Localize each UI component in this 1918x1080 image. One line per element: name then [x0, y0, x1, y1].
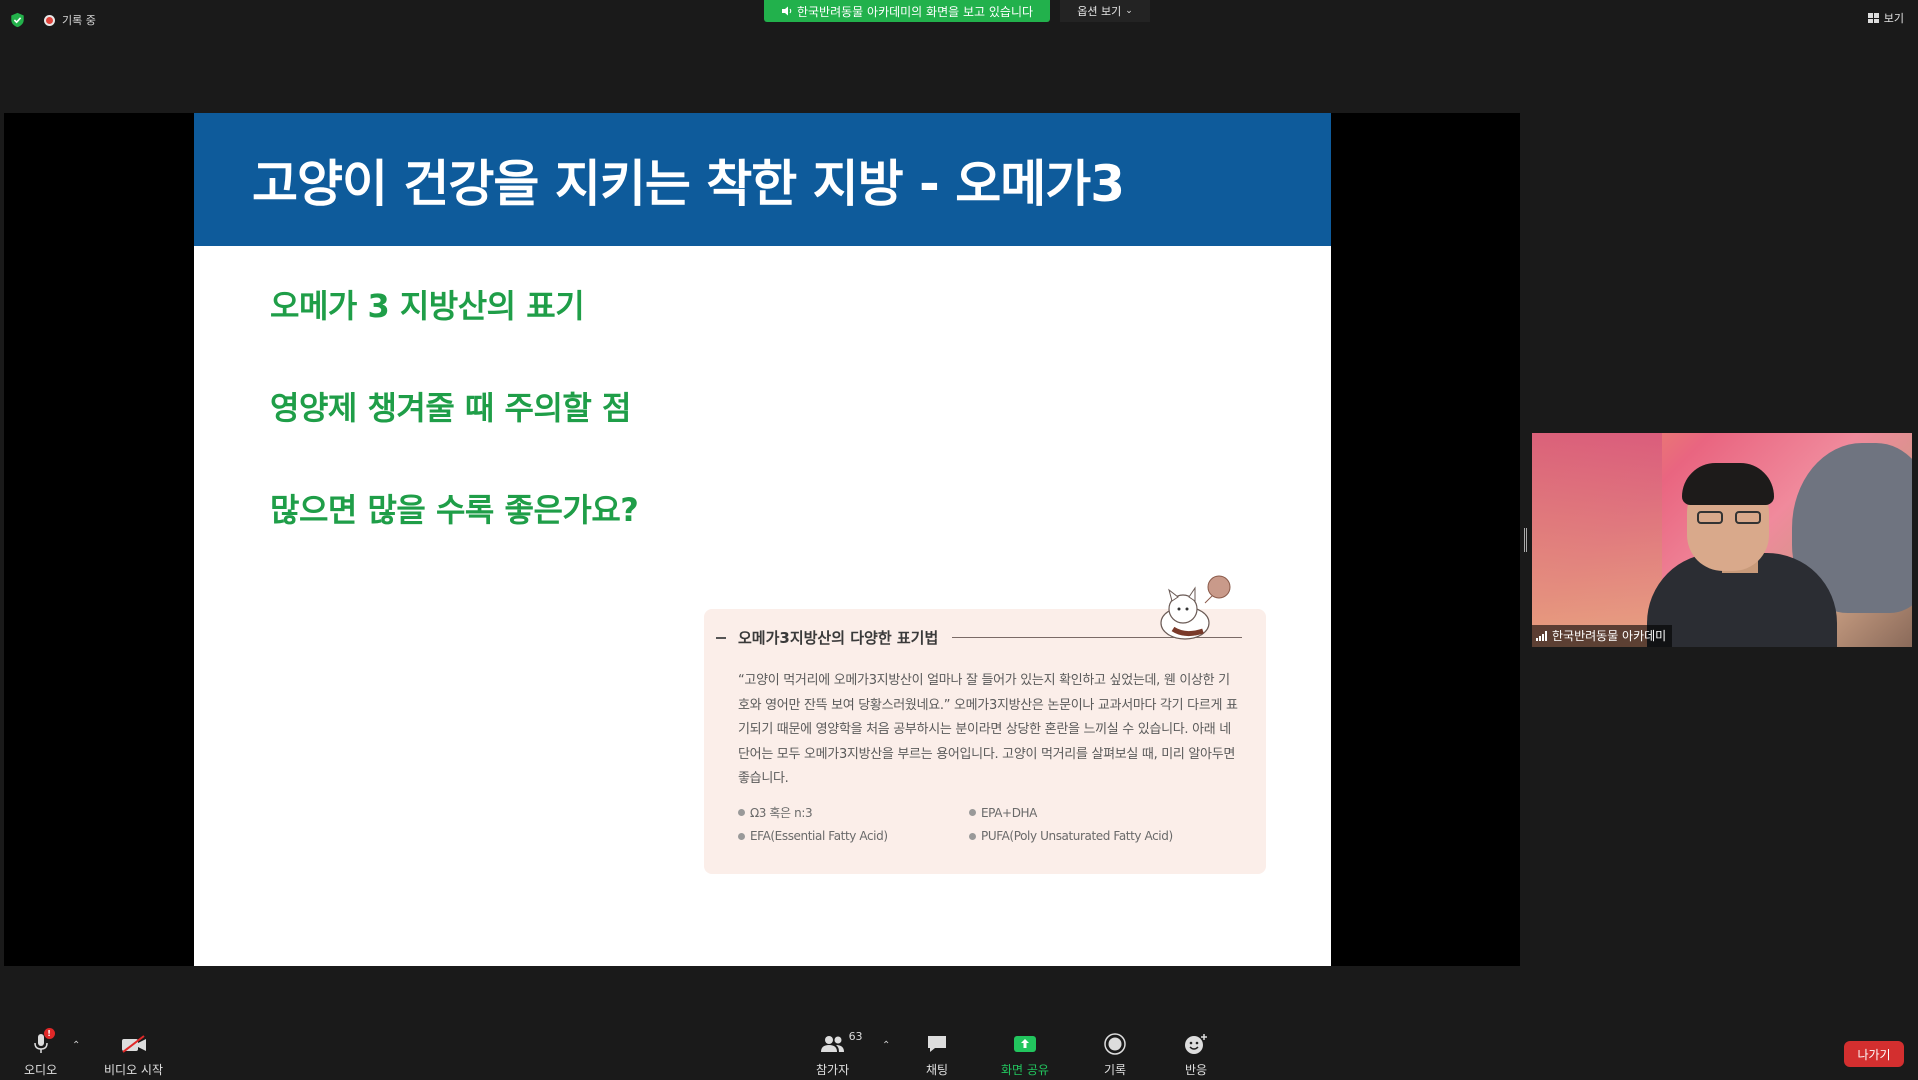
- cat-illustration-icon: [1160, 575, 1231, 640]
- record-button[interactable]: 기록: [1104, 1032, 1126, 1078]
- slide-point: 많으면 많을 수록 좋은가요?: [270, 491, 639, 529]
- card-body: “고양이 먹거리에 오메가3지방산이 얼마나 잘 들어가 있는지 확인하고 싶었…: [738, 673, 1238, 786]
- top-bar: 기록 중 한국반려동물 아카데미의 화면을 보고 있습니다 옵션 보기 ⌄ 보기: [0, 0, 1918, 40]
- recording-icon: [44, 14, 55, 26]
- video-off-icon: [121, 1035, 146, 1053]
- start-video-button[interactable]: 비디오 시작: [104, 1032, 163, 1078]
- speaker-icon: [781, 6, 792, 16]
- smiley-icon: [1185, 1034, 1207, 1054]
- slide-point: 오메가 3 지방산의 표기: [270, 287, 585, 325]
- chevron-down-icon: ⌄: [1125, 6, 1133, 16]
- presentation-slide: 고양이 건강을 지키는 착한 지방 - 오메가3 오메가 3 지방산의 표기 영…: [194, 113, 1331, 966]
- audio-options-chevron-icon[interactable]: ⌃: [72, 1040, 80, 1051]
- shared-screen[interactable]: 고양이 건강을 지키는 착한 지방 - 오메가3 오메가 3 지방산의 표기 영…: [4, 113, 1520, 966]
- participant-name: 한국반려동물 아카데미: [1552, 629, 1667, 643]
- participants-count: 63: [848, 1030, 863, 1043]
- card-title: 오메가3지방산의 다양한 표기법: [738, 629, 939, 647]
- view-button[interactable]: 보기: [1867, 10, 1904, 26]
- chat-icon: [928, 1036, 947, 1052]
- start-video-label: 비디오 시작: [104, 1063, 164, 1077]
- leave-button[interactable]: 나가기: [1844, 1041, 1904, 1067]
- grid-view-icon: [1867, 13, 1879, 23]
- panel-resize-handle[interactable]: [1524, 528, 1527, 552]
- chat-button[interactable]: 채팅: [926, 1032, 948, 1078]
- reactions-button[interactable]: 반응: [1184, 1032, 1208, 1078]
- term-item: EFA(Essential Fatty Acid): [738, 829, 969, 843]
- slide-points: 오메가 3 지방산의 표기 영양제 챙겨줄 때 주의할 점 많으면 많을 수록 …: [270, 281, 639, 587]
- card-dash: [716, 636, 726, 639]
- participant-name-tag: 한국반려동물 아카데미: [1532, 625, 1673, 647]
- screen-share-banner: 한국반려동물 아카데미의 화면을 보고 있습니다: [764, 0, 1050, 22]
- slide-header: 고양이 건강을 지키는 착한 지방 - 오메가3: [194, 113, 1331, 246]
- info-card: 오메가3지방산의 다양한 표기법 “고양이 먹거리에 오메가3지방산이 얼마나 …: [704, 609, 1266, 874]
- recording-indicator[interactable]: 기록 중: [44, 12, 96, 28]
- audio-button[interactable]: ! 오디오: [24, 1028, 58, 1078]
- share-screen-icon: [1013, 1036, 1036, 1052]
- view-options-label: 옵션 보기: [1077, 5, 1122, 18]
- term-item: EPA+DHA: [969, 804, 1218, 821]
- share-screen-button[interactable]: 화면 공유: [1001, 1032, 1049, 1078]
- video-background: [1532, 433, 1662, 647]
- signal-strength-icon: [1536, 630, 1547, 641]
- card-terms: Ω3 혹은 n:3 EPA+DHA EFA(Essential Fatty Ac…: [738, 804, 1218, 844]
- term-item: PUFA(Poly Unsaturated Fatty Acid): [969, 829, 1218, 843]
- view-options-button[interactable]: 옵션 보기 ⌄: [1060, 0, 1150, 22]
- slide-title: 고양이 건강을 지키는 착한 지방 - 오메가3: [252, 154, 1125, 213]
- audio-label: 오디오: [24, 1063, 58, 1077]
- recording-label: 기록 중: [62, 14, 96, 27]
- security-shield-icon[interactable]: [10, 12, 25, 28]
- participants-options-chevron-icon[interactable]: ⌃: [882, 1040, 890, 1051]
- reactions-label: 반응: [1184, 1063, 1208, 1077]
- record-label: 기록: [1104, 1063, 1127, 1077]
- meeting-toolbar: ! 오디오 ⌃ 비디오 시작 63 참가자 ⌃ 채팅 화면 공유 기록 반응: [0, 1020, 1918, 1080]
- slide-point: 영양제 챙겨줄 때 주의할 점: [270, 389, 631, 427]
- participant-video[interactable]: 한국반려동물 아카데미: [1532, 433, 1912, 647]
- term-item: Ω3 혹은 n:3: [738, 804, 969, 821]
- share-screen-label: 화면 공유: [1001, 1063, 1049, 1077]
- audio-warning-badge: !: [43, 1028, 55, 1039]
- record-icon: [1104, 1033, 1126, 1055]
- video-person-hair: [1682, 463, 1774, 505]
- participants-icon: [820, 1036, 844, 1052]
- share-banner-text: 한국반려동물 아카데미의 화면을 보고 있습니다: [796, 4, 1034, 19]
- chat-label: 채팅: [926, 1063, 949, 1077]
- participants-button[interactable]: 63 참가자: [816, 1030, 863, 1078]
- participants-label: 참가자: [816, 1063, 850, 1077]
- view-label: 보기: [1883, 12, 1904, 25]
- video-person-glasses: [1697, 511, 1761, 525]
